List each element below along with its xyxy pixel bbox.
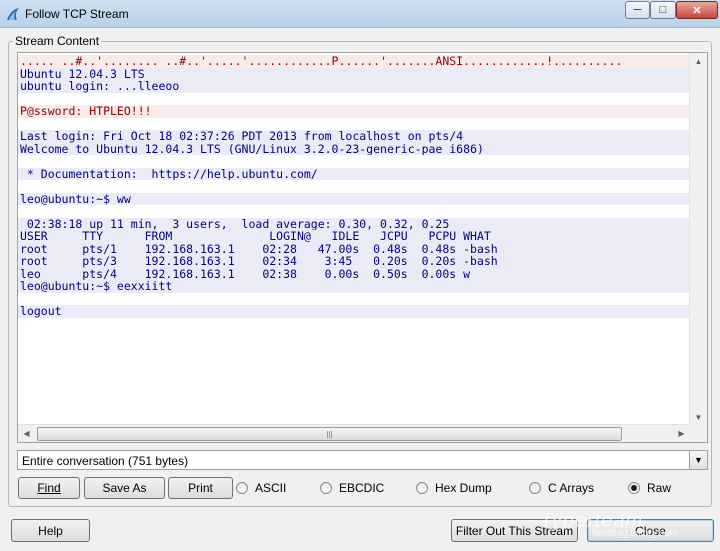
radio-raw[interactable]: Raw — [628, 481, 671, 495]
radio-c-arrays-dot[interactable] — [529, 482, 541, 494]
radio-hex-dump-label: Hex Dump — [435, 481, 492, 495]
conversation-select-value: Entire conversation (751 bytes) — [22, 454, 189, 468]
stream-lines: ..... ..#..'........ ..#..'.....'.......… — [18, 55, 690, 318]
stream-line: root pts/1 192.168.163.1 02:28 47.00s 0.… — [18, 242, 690, 255]
stream-line: ubuntu login: ...lleeoo — [18, 80, 690, 93]
stream-line: USER TTY FROM LOGIN@ IDLE JCPU PCPU WHAT — [18, 230, 690, 243]
radio-ascii-dot[interactable] — [236, 482, 248, 494]
radio-hex-dump[interactable]: Hex Dump — [416, 481, 492, 495]
radio-ebcdic-dot[interactable] — [320, 482, 332, 494]
stream-content-label: Stream Content — [13, 34, 102, 48]
close-window-button[interactable]: ✕ — [676, 1, 718, 19]
radio-ebcdic-label: EBCDIC — [339, 481, 385, 495]
stream-line — [18, 205, 690, 218]
scroll-left-icon[interactable]: ◀ — [18, 425, 35, 442]
find-button[interactable]: Find — [18, 477, 80, 499]
stream-line: P@ssword: HTPLEO!!! — [18, 105, 690, 118]
radio-c-arrays[interactable]: C Arrays — [529, 481, 594, 495]
scroll-down-icon[interactable]: ▼ — [690, 409, 707, 426]
find-button-label: Find — [37, 481, 61, 495]
stream-line: leo@ubuntu:~$ ww — [18, 192, 690, 205]
stream-line — [18, 293, 690, 306]
stream-line — [18, 93, 690, 106]
radio-ascii-label: ASCII — [255, 481, 287, 495]
maximize-button[interactable]: □ — [650, 1, 676, 19]
radio-hex-dump-dot[interactable] — [416, 482, 428, 494]
chevron-down-icon[interactable]: ▼ — [689, 451, 707, 469]
minimize-button[interactable]: ─ — [625, 1, 650, 19]
stream-line: leo@ubuntu:~$ eexxiitt — [18, 280, 690, 293]
scroll-corner — [690, 425, 707, 442]
radio-ascii[interactable]: ASCII — [236, 481, 286, 495]
stream-line: 02:38:18 up 11 min, 3 users, load averag… — [18, 217, 690, 230]
radio-raw-dot[interactable] — [628, 482, 640, 494]
help-button[interactable]: Help — [11, 519, 90, 542]
stream-line: Last login: Fri Oct 18 02:37:26 PDT 2013… — [18, 130, 690, 143]
print-button-label: Print — [188, 481, 213, 495]
watermark-url: twodrag.tistory.com — [592, 528, 678, 539]
stream-line: Ubuntu 12.04.3 LTS — [18, 67, 690, 80]
stream-line — [18, 118, 690, 131]
horizontal-scroll-thumb[interactable]: ||| — [37, 427, 622, 441]
stream-line: logout — [18, 305, 690, 318]
vertical-scrollbar[interactable]: ▲ ▼ — [689, 53, 707, 426]
stream-text-area[interactable]: ..... ..#..'........ ..#..'.....'.......… — [17, 52, 708, 443]
conversation-select[interactable]: Entire conversation (751 bytes) ▼ — [17, 450, 708, 470]
wireshark-fin-icon — [7, 8, 19, 20]
stream-line: * Documentation: https://help.ubuntu.com… — [18, 167, 690, 180]
radio-ebcdic[interactable]: EBCDIC — [320, 481, 384, 495]
stream-line — [18, 155, 690, 168]
save-as-button[interactable]: Save As — [84, 477, 165, 499]
scroll-right-icon[interactable]: ▶ — [673, 425, 690, 442]
stream-line — [18, 180, 690, 193]
stream-line: root pts/3 192.168.163.1 02:34 3:45 0.20… — [18, 255, 690, 268]
stream-line: Welcome to Ubuntu 12.04.3 LTS (GNU/Linux… — [18, 142, 690, 155]
stream-line: ..... ..#..'........ ..#..'.....'.......… — [18, 55, 690, 68]
stream-line: leo pts/4 192.168.163.1 02:38 0.00s 0.50… — [18, 267, 690, 280]
print-button[interactable]: Print — [168, 477, 233, 499]
radio-raw-label: Raw — [647, 481, 672, 495]
window-title: Follow TCP Stream — [25, 7, 129, 21]
scroll-up-icon[interactable]: ▲ — [690, 53, 707, 70]
horizontal-scrollbar[interactable]: ◀ ||| ▶ — [18, 424, 690, 442]
title-bar[interactable]: Follow TCP Stream ─ □ ✕ — [0, 0, 720, 28]
help-button-label: Help — [38, 523, 63, 538]
save-as-button-label: Save As — [102, 481, 147, 495]
radio-c-arrays-label: C Arrays — [548, 481, 595, 495]
